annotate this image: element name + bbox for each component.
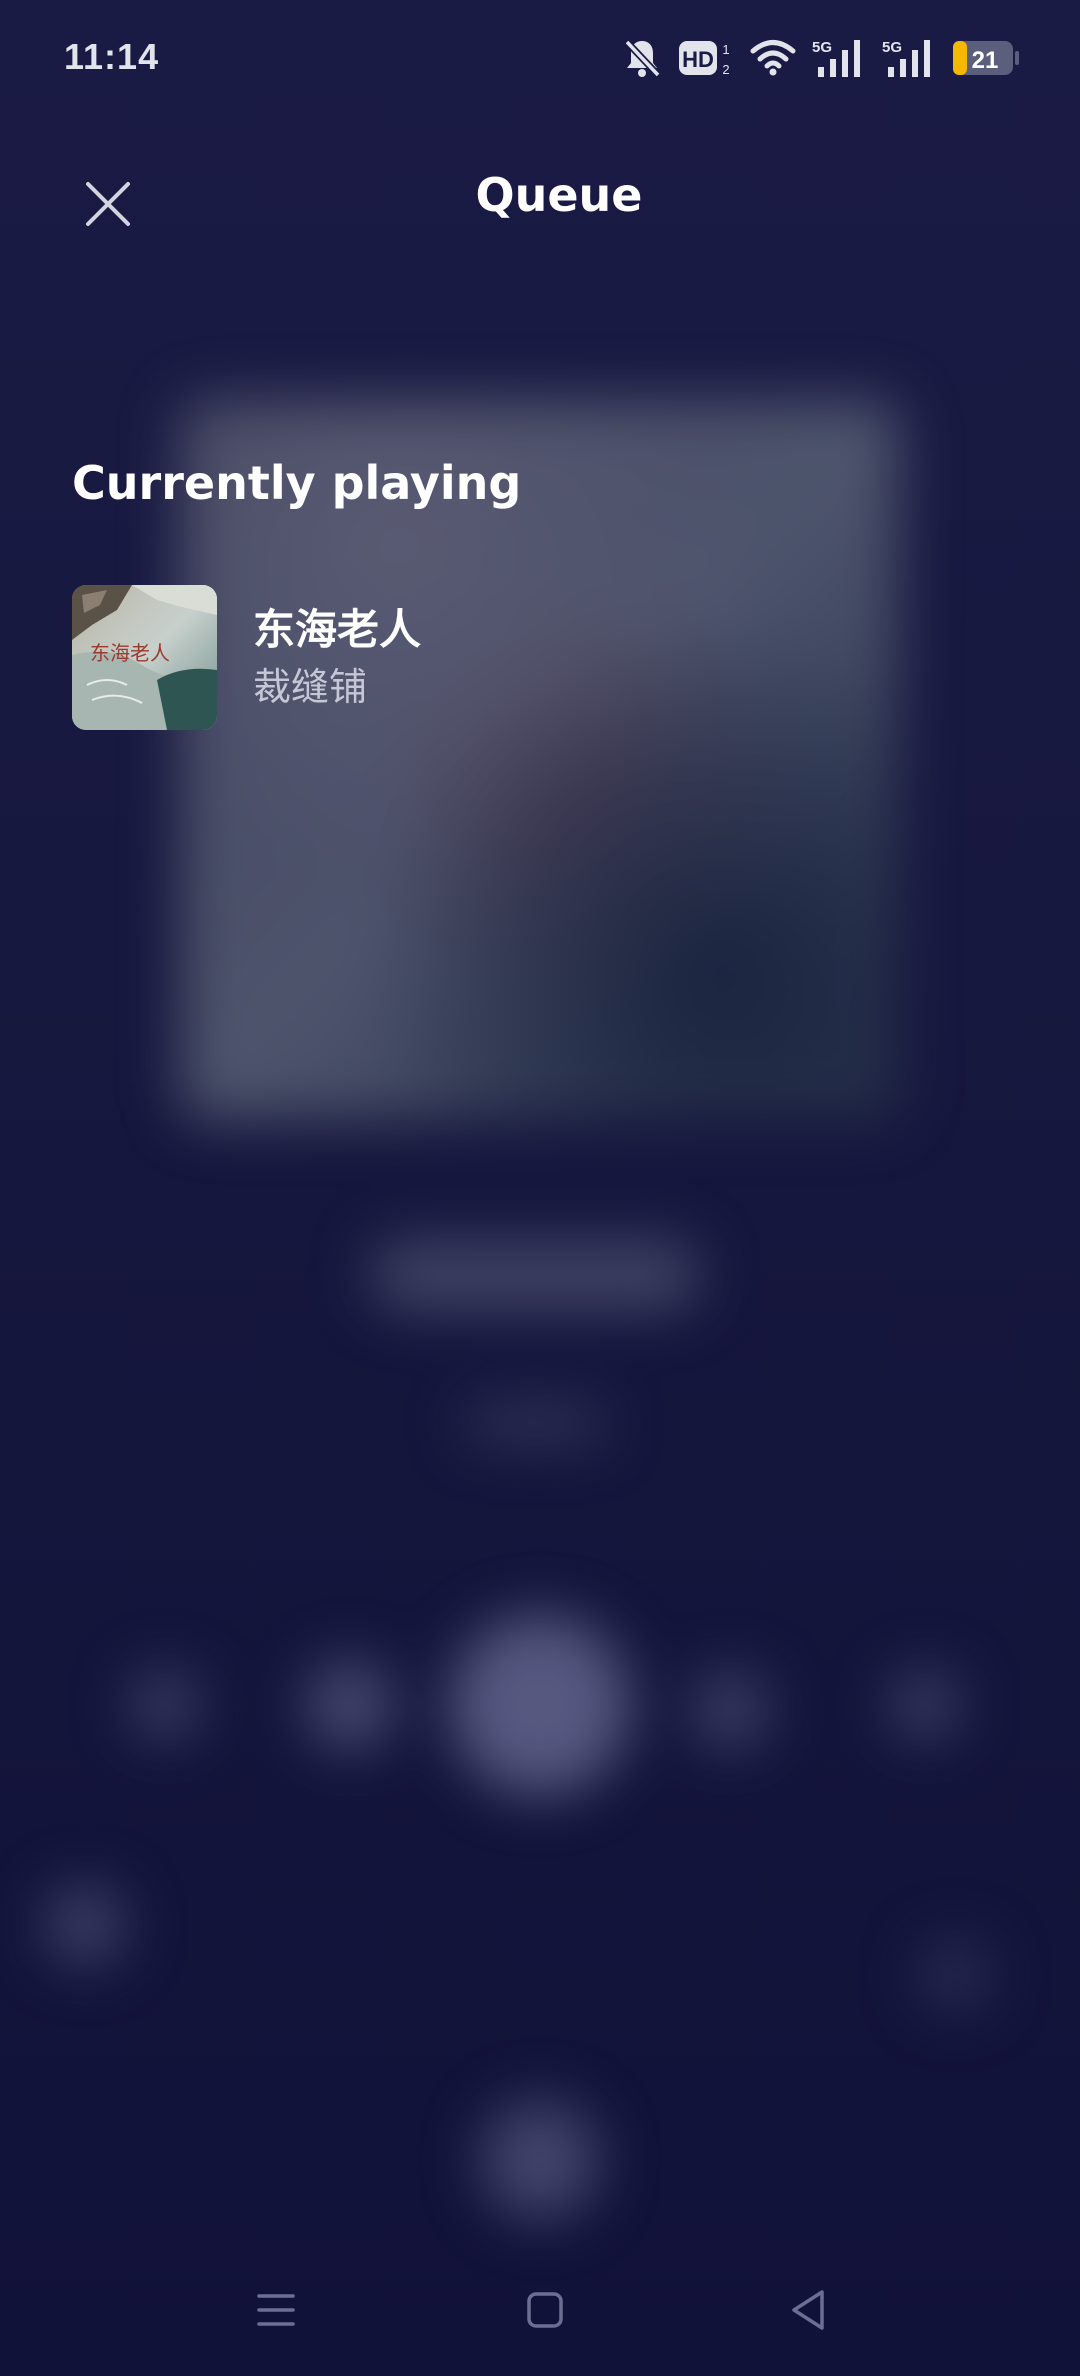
status-bar: 11:14 HD 1 2 5G 5G 21 <box>0 0 1080 120</box>
system-nav-bar <box>0 2270 1080 2350</box>
blurred-track-title <box>370 1240 700 1310</box>
page-title: Queue <box>475 168 643 222</box>
blurred-share-button <box>920 1940 990 2010</box>
nav-home-button[interactable] <box>505 2270 585 2350</box>
signal-5g-icon-2: 5G <box>882 39 930 77</box>
blurred-previous-button <box>305 1660 395 1750</box>
nav-back-button[interactable] <box>768 2270 848 2350</box>
battery-icon: 21 <box>953 41 1019 75</box>
blurred-play-button <box>450 1615 630 1795</box>
nav-menu-button[interactable] <box>236 2270 316 2350</box>
network-label-1: 5G <box>812 39 832 56</box>
track-info: 东海老人 裁缝铺 <box>253 601 421 715</box>
blurred-repeat-button <box>890 1670 960 1740</box>
menu-icon <box>257 2294 295 2326</box>
hd-label: HD <box>682 47 714 72</box>
svg-text:2: 2 <box>722 62 729 77</box>
hd-voice-icon: HD 1 2 <box>679 41 730 77</box>
blur-layer <box>0 0 1080 2376</box>
blurred-player-background <box>0 0 1080 2376</box>
blurred-shuffle-button <box>130 1670 200 1740</box>
blurred-device-button <box>45 1885 125 1965</box>
wifi-icon <box>750 40 796 76</box>
status-time: 11:14 <box>64 36 160 77</box>
album-art: 东海老人 <box>72 585 217 730</box>
track-title: 东海老人 <box>253 604 422 654</box>
blurred-mini-control <box>480 2100 600 2220</box>
status-icons: HD 1 2 5G 5G 21 <box>622 36 1020 80</box>
signal-5g-icon-1: 5G <box>812 39 860 77</box>
track-artist: 裁缝铺 <box>253 664 368 709</box>
network-label-2: 5G <box>882 39 902 56</box>
blurred-next-button <box>690 1670 770 1750</box>
section-title-currently-playing: Currently playing <box>72 456 522 510</box>
back-triangle-icon <box>792 2290 824 2330</box>
home-square-icon <box>527 2292 563 2328</box>
queue-current-track[interactable]: 东海老人 东海老人 裁缝铺 <box>72 585 1008 730</box>
mute-bell-icon <box>624 39 661 78</box>
blurred-track-artist <box>465 1405 605 1441</box>
svg-text:1: 1 <box>722 42 729 57</box>
battery-level: 21 <box>972 47 999 74</box>
album-art-text: 东海老人 <box>90 641 170 665</box>
